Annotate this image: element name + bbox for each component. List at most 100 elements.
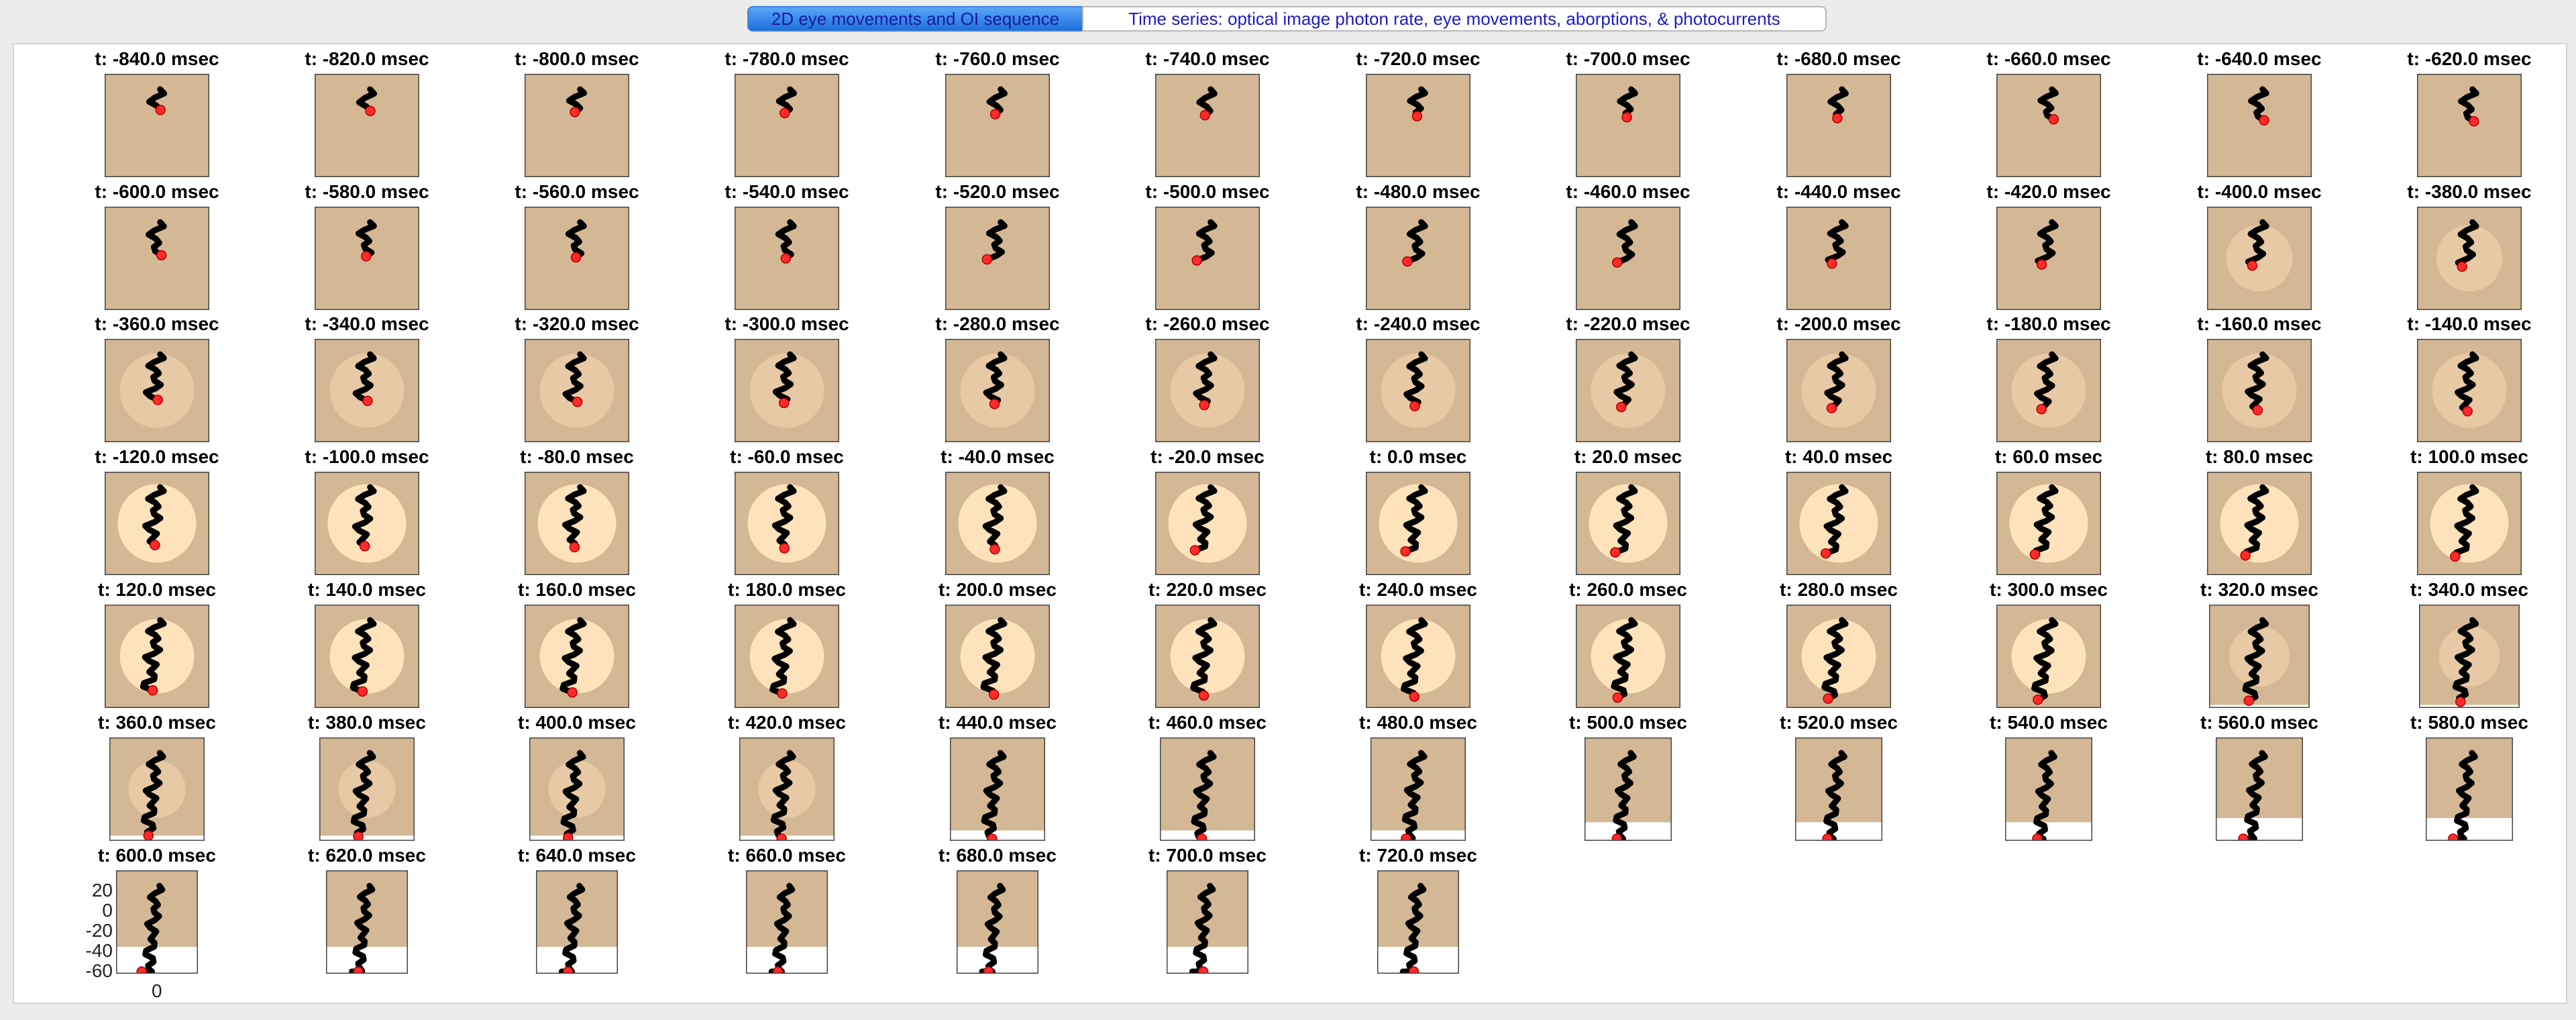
frame-title: t: 420.0 msec [728,712,846,733]
frame-plot [1786,472,1891,575]
frame-plot [735,74,839,177]
frame-title: t: -760.0 msec [935,48,1060,69]
frame-title: t: 240.0 msec [1359,579,1477,600]
current-eye-position [772,966,784,974]
frame-plot [2207,472,2312,575]
frame-plot [1786,605,1891,708]
current-eye-position [780,107,790,119]
frame-title: t: 160.0 msec [518,579,636,600]
frame-plot [315,74,419,177]
frame-plot [945,74,1050,177]
current-eye-position [981,254,993,265]
current-eye-position [2252,405,2263,416]
frame-plot [315,207,419,310]
frame-plot [735,472,839,575]
frame-title: t: 440.0 msec [938,712,1057,733]
frame-title: t: -240.0 msec [1356,313,1481,334]
current-eye-position [2462,406,2473,417]
current-eye-position [1611,257,1623,268]
frame-title: t: -80.0 msec [520,446,634,467]
frame-title: t: -280.0 msec [935,313,1060,334]
frame-title: t: -480.0 msec [1356,181,1481,202]
frame-plot [2207,74,2312,177]
frame-plot [319,737,415,841]
frame-title: t: -680.0 msec [1776,48,1901,69]
frame-plot [525,472,629,575]
current-eye-position [1402,256,1413,267]
frame-plot [1576,472,1680,575]
stimulus-background [1576,74,1680,177]
current-eye-position [353,831,364,841]
frame-plot [1996,472,2101,575]
frame-title: t: -840.0 msec [95,48,219,69]
current-eye-position [983,966,994,974]
current-eye-position [1191,255,1202,266]
stimulus-spot [1591,619,1666,694]
current-eye-position [1401,833,1411,841]
current-eye-position [1199,109,1211,121]
frame-title: t: 620.0 msec [308,845,426,866]
stimulus-background [105,207,209,310]
current-eye-position [1832,113,1843,123]
current-eye-position [780,253,792,264]
stimulus-background [2417,74,2522,177]
frame-title: t: 640.0 msec [518,845,636,866]
current-eye-position [987,833,998,841]
current-eye-position [353,966,364,974]
frame-plot [1366,207,1470,310]
current-eye-position [2457,261,2467,272]
frame-plot [1795,737,1882,841]
stimulus-background [1996,74,2101,177]
current-eye-position [362,395,373,407]
frame-title: t: 500.0 msec [1569,712,1687,733]
current-eye-position [1611,833,1623,841]
current-eye-position [779,543,790,554]
outside-stimulus-region [1160,830,1255,841]
frame-title: t: -580.0 msec [305,181,429,202]
frame-title: t: 300.0 msec [1990,579,2108,600]
frame-plot [945,472,1050,575]
frame-plot [1996,74,2101,177]
frame-title: t: -340.0 msec [305,313,429,334]
current-eye-position [569,542,580,553]
frame-title: t: 460.0 msec [1148,712,1267,733]
current-eye-position [1409,401,1420,411]
frame-plot [315,472,419,575]
frame-title: t: -20.0 msec [1150,446,1265,467]
current-eye-position [1621,111,1632,123]
stimulus-background [735,74,839,177]
stimulus-spot [960,619,1035,694]
frame-title: t: -320.0 msec [515,313,639,334]
frame-plot [945,339,1050,442]
frame-title: t: -120.0 msec [95,446,219,467]
current-eye-position [357,686,368,697]
stimulus-spot [1170,619,1245,694]
frame-plot [957,870,1038,974]
frame-plot [525,339,629,442]
frame-title: t: 400.0 msec [518,712,636,733]
frame-plot [525,74,629,177]
frame-plot [2417,207,2522,310]
frame-plot [2426,737,2513,841]
frame-plot [2417,74,2522,177]
current-eye-position [1196,833,1208,841]
frame-plot [735,605,839,708]
current-eye-position [776,833,787,841]
y-axis-tick-label: 20 [91,880,113,901]
frame-plot [109,737,205,841]
y-axis-tick-label: 0 [102,900,113,921]
current-eye-position [1822,833,1833,841]
frame-plot [735,207,839,310]
current-eye-position [365,105,376,117]
current-eye-position [1409,691,1420,702]
frame-title: t: 600.0 msec [98,845,216,866]
frame-plot [315,339,419,442]
current-eye-position [777,688,788,699]
frame-title: t: 340.0 msec [2410,579,2528,600]
frame-title: t: -780.0 msec [724,48,849,69]
frame-plot [739,737,835,841]
current-eye-position [152,395,163,405]
frame-title: t: -660.0 msec [1986,48,2111,69]
current-eye-position [989,544,1000,555]
current-eye-position [1189,545,1201,556]
